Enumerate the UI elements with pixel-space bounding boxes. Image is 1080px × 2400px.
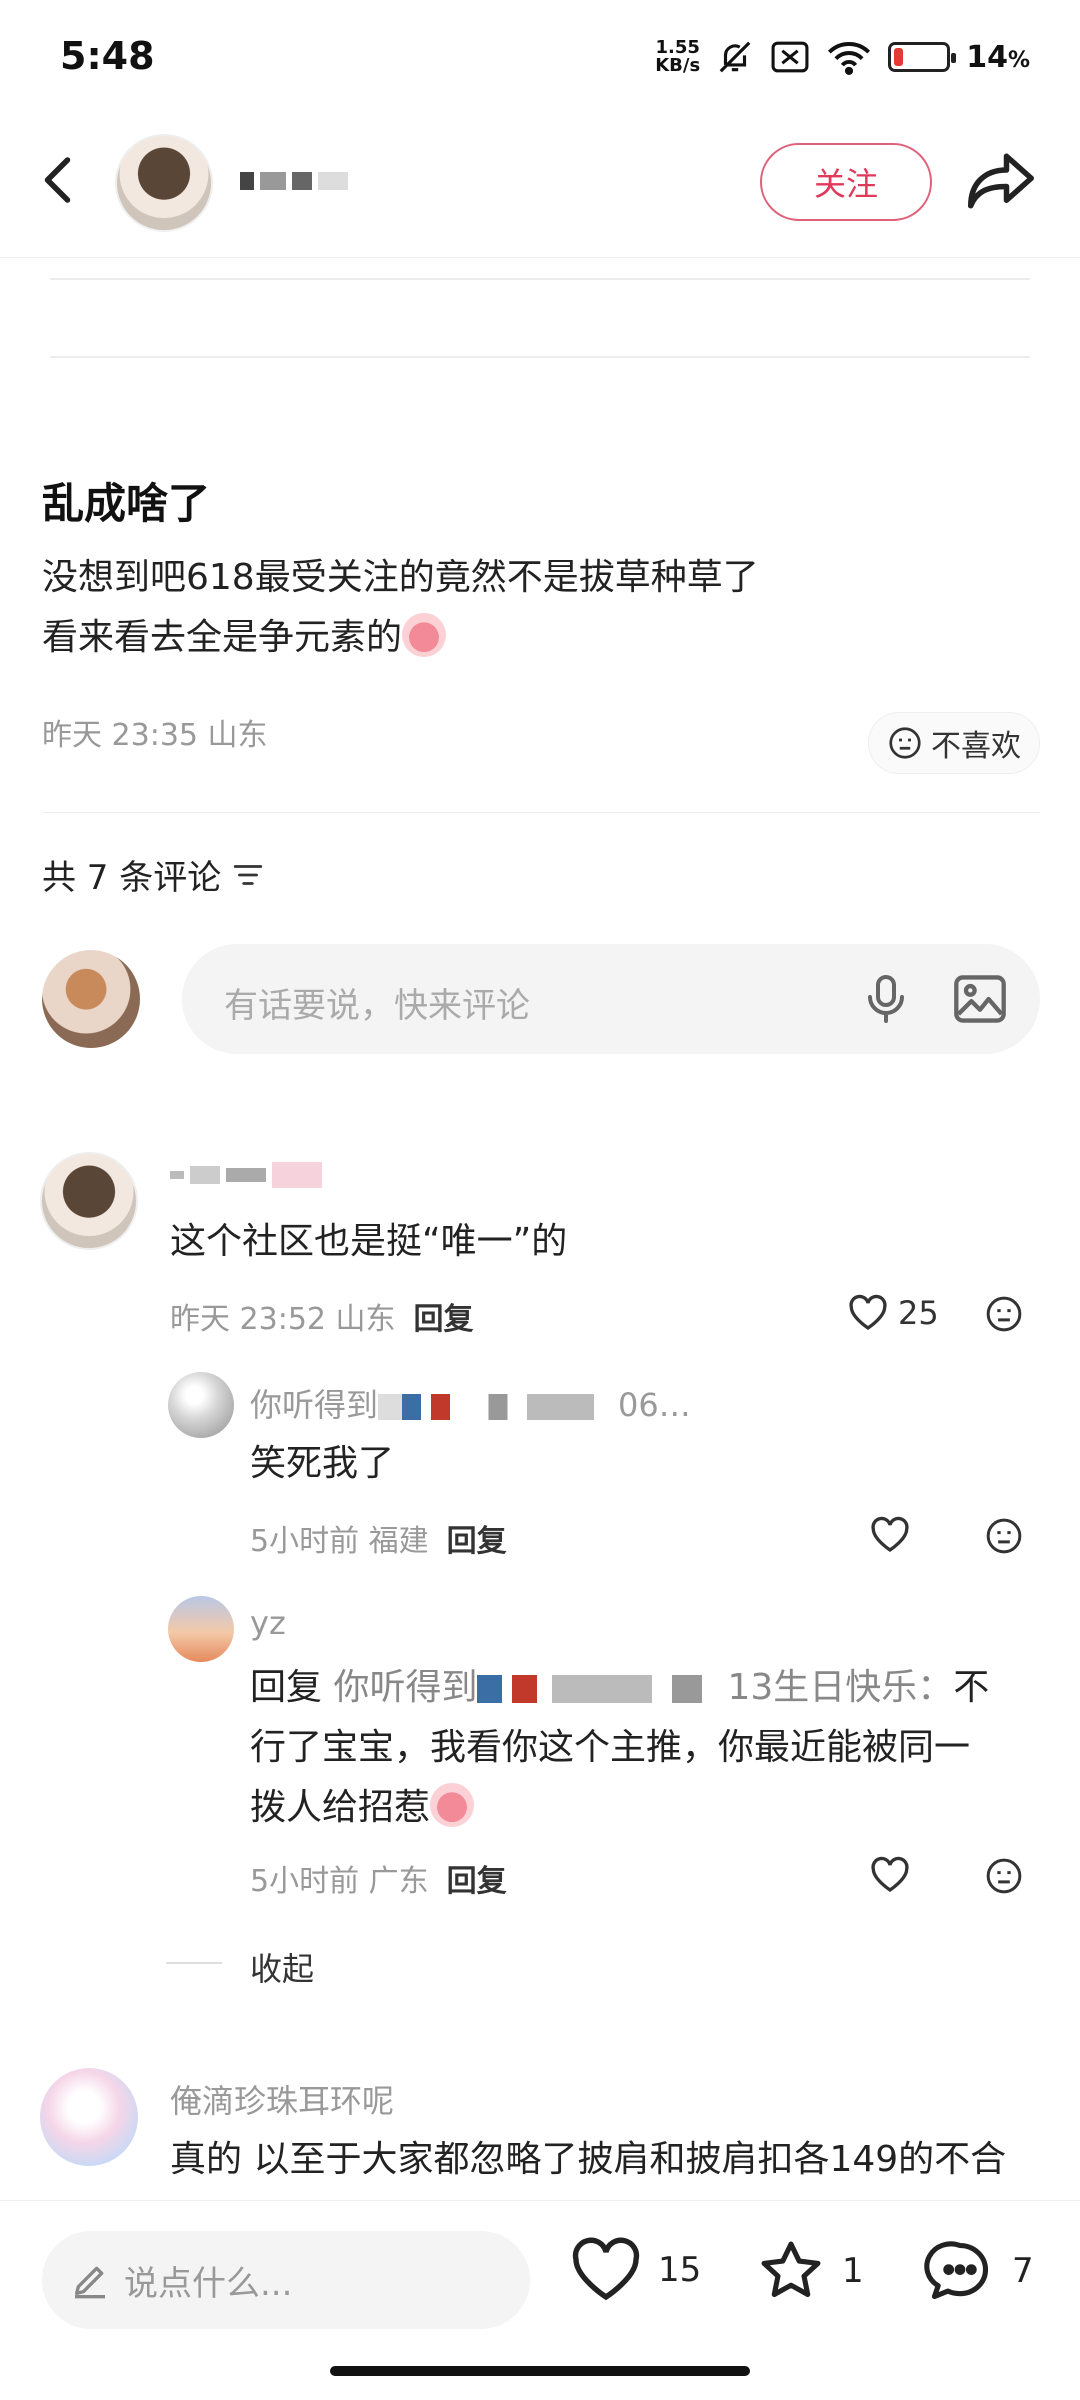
commenter-name-redacted[interactable] bbox=[170, 1160, 380, 1190]
like-total: 15 bbox=[658, 2250, 702, 2290]
neutral-face-icon bbox=[889, 727, 921, 759]
microphone-icon[interactable] bbox=[862, 972, 910, 1026]
comment-text: 这个社区也是挺“唯一”的 bbox=[170, 1221, 568, 1262]
author-name-redacted[interactable] bbox=[240, 165, 360, 197]
reply-author-name-tail[interactable]: 06… bbox=[618, 1386, 691, 1424]
comment-bubble-icon bbox=[924, 2241, 989, 2300]
home-indicator[interactable] bbox=[330, 2366, 750, 2376]
mention-tail[interactable]: 13生日快乐： bbox=[727, 1667, 953, 1708]
post-body-text: 看来看去全是争元素的 bbox=[42, 617, 403, 658]
reply-prefix: 回复 bbox=[250, 1667, 323, 1708]
comment-count-label: 共 7 条评论 bbox=[42, 858, 222, 898]
comment-time: 昨天 23:52 山东 bbox=[170, 1302, 396, 1337]
reply-author-name-text[interactable]: 你听得到 bbox=[250, 1386, 378, 1424]
reply-author-name[interactable]: yz bbox=[250, 1604, 286, 1642]
reply-button[interactable]: 回复 bbox=[414, 1302, 474, 1337]
image-icon[interactable] bbox=[952, 972, 1008, 1026]
reply-text-line1-end: 不 bbox=[953, 1667, 990, 1708]
heart-icon[interactable] bbox=[870, 1856, 910, 1894]
pencil-icon bbox=[75, 2266, 105, 2299]
post-meta: 昨天 23:35 山东 bbox=[42, 718, 268, 753]
post-title: 乱成啥了 bbox=[42, 479, 211, 528]
battery-icon bbox=[888, 42, 957, 72]
comment-meta: 昨天 23:52 山东 回复 bbox=[170, 1294, 474, 1338]
share-icon[interactable] bbox=[965, 148, 1037, 214]
network-speed-unit: KB/s bbox=[655, 55, 701, 76]
collapse-button[interactable]: 收起 bbox=[250, 1944, 314, 1990]
reply-text-line: 回复 你听得到 13生日快乐：不 bbox=[250, 1658, 1030, 1718]
comment-input[interactable]: 有话要说，快来评论 bbox=[182, 944, 1040, 1054]
heart-icon[interactable] bbox=[870, 1516, 910, 1554]
commenter-name[interactable]: 俺滴珍珠耳环呢 bbox=[170, 2076, 394, 2122]
say-something-input[interactable]: 说点什么... bbox=[42, 2231, 530, 2329]
mention-name[interactable]: 你听得到 bbox=[333, 1667, 477, 1708]
follow-button[interactable]: 关注 bbox=[760, 143, 932, 221]
reply-text-line-3: 拨人给招惹 bbox=[250, 1778, 1030, 1838]
top-bar: 关注 bbox=[0, 120, 1080, 258]
say-something-placeholder: 说点什么... bbox=[124, 2263, 293, 2304]
back-button[interactable] bbox=[30, 150, 90, 210]
reply-text-line3: 拨人给招惹 bbox=[250, 1787, 431, 1828]
heart-icon bbox=[572, 2237, 640, 2301]
reply-avatar[interactable] bbox=[168, 1372, 234, 1438]
wifi-icon bbox=[828, 42, 871, 75]
divider bbox=[42, 812, 1040, 813]
reply-avatar[interactable] bbox=[168, 1596, 234, 1662]
collapse-line bbox=[166, 1962, 222, 1964]
redacted-name-part bbox=[378, 1394, 619, 1420]
battery-percent-value: 14 bbox=[966, 39, 1008, 75]
emoji-reaction-icon[interactable] bbox=[984, 1516, 1024, 1556]
redacted-mention bbox=[477, 1675, 728, 1703]
heart-icon[interactable] bbox=[848, 1294, 888, 1332]
reply-author-name[interactable]: 你听得到 06… bbox=[250, 1380, 691, 1426]
emoji-reaction-icon[interactable] bbox=[984, 1294, 1024, 1334]
post-body-line: 没想到吧618最受关注的竟然不是拔草种草了 bbox=[42, 557, 759, 598]
author-avatar[interactable] bbox=[115, 134, 213, 232]
battery-percent: 14% bbox=[966, 40, 1030, 75]
reply-meta: 5小时前 广东 回复 bbox=[250, 1856, 507, 1900]
reply-text-line-2: 行了宝宝，我看你这个主推，你最近能被同一 bbox=[250, 1727, 971, 1768]
star-icon bbox=[761, 2241, 821, 2298]
post-body-line-2: 看来看去全是争元素的 bbox=[42, 608, 1042, 668]
comment-count: 共 7 条评论 bbox=[42, 850, 265, 899]
reply-meta: 5小时前 福建 回复 bbox=[250, 1516, 507, 1560]
commenter-avatar[interactable] bbox=[40, 2068, 138, 2166]
network-speed: 1.55 KB/s bbox=[655, 39, 700, 75]
reply-button[interactable]: 回复 bbox=[447, 1524, 507, 1559]
reply-text: 回复 你听得到 13生日快乐：不 行了宝宝，我看你这个主推，你最近能被同一 拨人给… bbox=[250, 1658, 1030, 1838]
my-avatar[interactable] bbox=[42, 950, 140, 1048]
comment-total: 7 bbox=[1012, 2251, 1034, 2291]
reply-time: 5小时前 福建 bbox=[250, 1524, 429, 1559]
commenter-avatar[interactable] bbox=[40, 1152, 138, 1250]
sim-error-icon bbox=[771, 41, 809, 73]
comment-text: 真的 以至于大家都忽略了披肩和披肩扣各149的不合 bbox=[170, 2139, 1007, 2180]
like-stat[interactable]: 15 bbox=[570, 2237, 701, 2303]
status-time: 5:48 bbox=[60, 34, 155, 78]
mute-bell-icon bbox=[719, 41, 751, 73]
status-bar: 5:48 1.55 KB/s 14% bbox=[0, 0, 1080, 120]
crying-face-emoji-icon bbox=[402, 613, 447, 657]
reply-button[interactable]: 回复 bbox=[447, 1864, 507, 1899]
image-area-divider bbox=[50, 356, 1030, 358]
comment-stat[interactable]: 7 bbox=[924, 2237, 1034, 2305]
reply-time: 5小时前 广东 bbox=[250, 1864, 429, 1899]
reply-text: 笑死我了 bbox=[250, 1443, 395, 1484]
emoji-reaction-icon[interactable] bbox=[984, 1856, 1024, 1896]
favorite-total: 1 bbox=[842, 2251, 864, 2291]
favorite-stat[interactable]: 1 bbox=[756, 2237, 864, 2305]
post-body: 没想到吧618最受关注的竟然不是拔草种草了 看来看去全是争元素的 bbox=[42, 548, 1042, 668]
battery-percent-unit: % bbox=[1007, 47, 1030, 73]
crying-face-emoji-icon bbox=[430, 1783, 475, 1827]
sort-filter-icon[interactable] bbox=[231, 860, 265, 890]
image-area-divider bbox=[50, 278, 1030, 280]
dislike-button[interactable]: 不喜欢 bbox=[868, 712, 1040, 774]
dislike-label: 不喜欢 bbox=[931, 729, 1021, 764]
status-icons: 1.55 KB/s 14% bbox=[655, 38, 1030, 76]
like-count: 25 bbox=[898, 1294, 939, 1332]
comment-input-placeholder: 有话要说，快来评论 bbox=[224, 986, 530, 1026]
